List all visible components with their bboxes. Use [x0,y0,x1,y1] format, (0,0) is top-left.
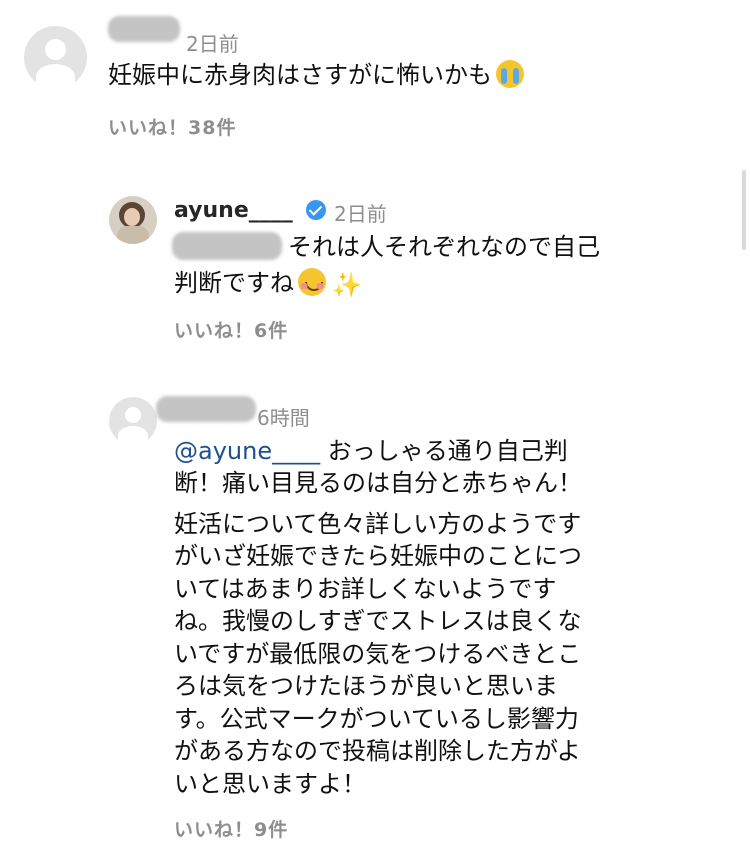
comment-text-line: いてはあまりお詳しくないようです [174,575,557,603]
like-count[interactable]: いいね！38件 [108,113,236,140]
scrollbar[interactable] [742,170,746,250]
avatar-body-icon [36,64,75,89]
verified-badge-icon [306,200,326,220]
smiling-face-icon [298,268,326,296]
username[interactable]: ayune____ [174,198,293,223]
blurred-mention[interactable] [172,232,282,260]
comment-text-body: 判断ですね [174,269,294,297]
comment-text-line: いと思いますよ！ [174,770,366,798]
avatar-head-icon [125,407,141,423]
comment-text-line: がある方なので投稿は削除した方がよ [174,737,581,765]
comment-text-line: いですが最低限の気をつけるべきとこ [174,640,582,668]
like-count[interactable]: いいね！9件 [174,815,288,842]
avatar-face [124,208,140,226]
comment-text-body: おっしゃる通り自己判 [320,437,568,465]
comment-text-line: がいざ妊娠できたら妊娠中のことにつ [174,542,582,570]
comment-text-line: 妊活について色々詳しい方のようです [174,510,582,538]
blurred-username[interactable] [108,16,180,42]
avatar-body-icon [118,426,148,445]
comment-text-line: 断！痛い目見るのは自分と赤ちゃん！ [174,469,582,497]
comment-text: 妊娠中に赤身肉はさすがに怖いかも [108,58,524,92]
crying-face-icon [496,60,524,88]
comment-text-line: す。公式マークがついているし影響力 [174,705,579,733]
avatar-head-icon [45,39,66,60]
comment-text-line2: 判断ですね ✨ [174,266,362,302]
sparkles-icon: ✨ [332,271,362,299]
comment-time: 6時間 [257,406,310,430]
comment-text-line: @ayune____ おっしゃる通り自己判 [174,434,568,468]
blurred-username[interactable] [156,396,256,422]
comment-text-line: ろは気をつけたほうが良いと思いま [174,672,558,700]
comment-time: 2日前 [334,202,387,226]
avatar-shoulders [117,226,149,244]
avatar-placeholder[interactable] [109,397,157,445]
comment-text-line1: それは人それぞれなので自己 [288,233,600,261]
mention-link[interactable]: @ayune____ [174,437,320,465]
comment-time: 2日前 [186,32,239,56]
comment-text-line: ね。我慢のしすぎでストレスは良くな [174,607,582,635]
like-count[interactable]: いいね！6件 [174,316,288,343]
avatar-placeholder[interactable] [24,26,87,89]
avatar-ayune[interactable] [109,196,157,244]
comment-text-body: 妊娠中に赤身肉はさすがに怖いかも [108,61,492,89]
